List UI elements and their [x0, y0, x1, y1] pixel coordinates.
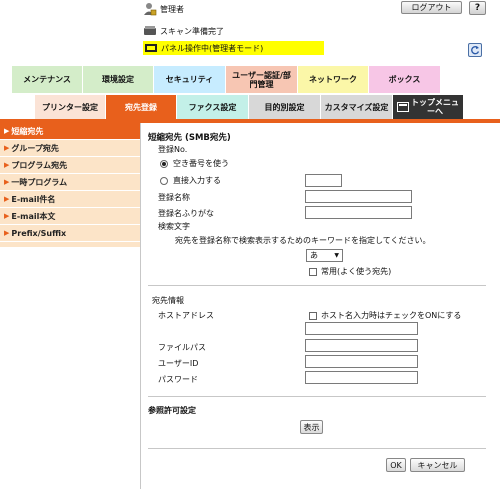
tab-security[interactable]: セキュリティ [154, 66, 226, 93]
reg-no-input[interactable] [305, 174, 342, 187]
arrow-right-icon: ▶ [4, 178, 10, 186]
frequent-label: 常用(よく使う宛先) [321, 267, 392, 276]
furigana-label: 登録名ふりがな [158, 209, 214, 218]
show-button[interactable]: 表示 [300, 420, 323, 434]
section-divider [148, 448, 486, 449]
search-char-select[interactable]: あ ▼ [306, 249, 343, 262]
subtab-customize-settings[interactable]: カスタマイズ設定 [321, 95, 393, 119]
tab-system-settings[interactable]: 環境設定 [83, 66, 154, 93]
path-input[interactable] [305, 339, 418, 352]
tab-network[interactable]: ネットワーク [298, 66, 369, 93]
sidebar-item-label: プログラム宛先 [11, 160, 68, 170]
host-checkbox-row[interactable]: ホスト名入力時はチェックをONにする [309, 310, 461, 321]
user-id-input[interactable] [305, 355, 418, 368]
arrow-right-icon: ▶ [4, 195, 10, 203]
password-label: パスワード [158, 375, 198, 384]
sidebar-item-label: E-mail件名 [11, 194, 56, 204]
admin-user-icon [144, 3, 157, 16]
logout-button[interactable]: ログアウト [401, 1, 462, 14]
subtab-fax-settings[interactable]: ファクス設定 [177, 95, 249, 119]
password-input[interactable] [305, 371, 418, 384]
help-button[interactable]: ? [469, 1, 486, 15]
arrow-right-icon: ▶ [4, 127, 10, 135]
sidebar-item-prefix-suffix[interactable]: ▶ Prefix/Suffix [0, 225, 140, 242]
section-divider [148, 285, 486, 286]
host-name-checkbox[interactable] [309, 311, 317, 320]
dest-info-label: 宛先情報 [152, 296, 184, 305]
arrow-right-icon: ▶ [4, 212, 10, 220]
radio-auto-number[interactable]: 空き番号を使う [160, 158, 229, 169]
sidebar-item-email-subject[interactable]: ▶ E-mail件名 [0, 191, 140, 208]
reg-no-label: 登録No. [158, 145, 188, 154]
perm-label: 参照許可設定 [148, 406, 196, 415]
scanner-icon [144, 26, 156, 35]
sidebar-divider [140, 123, 141, 489]
sidebar-item-label: 短縮宛先 [11, 126, 44, 136]
radio-auto-button[interactable] [160, 159, 168, 168]
subtab-top-menu[interactable]: トップメニュ ーへ [393, 95, 464, 119]
subtab-purpose-settings[interactable]: 目的別設定 [249, 95, 321, 119]
sidebar-item-group[interactable]: ▶ グループ宛先 [0, 140, 140, 157]
frequent-checkbox-row[interactable]: 常用(よく使う宛先) [309, 266, 391, 277]
host-label: ホストアドレス [158, 311, 214, 320]
sidebar-item-speed-dial[interactable]: ▶ 短縮宛先 [0, 123, 140, 140]
tab-user-auth-line1: ユーザー認証/部 [232, 70, 291, 80]
user-id-label: ユーザーID [158, 359, 199, 368]
panel-text: パネル操作中(管理者モード) [161, 43, 264, 53]
search-char-value: あ [310, 251, 318, 260]
subtab-address-registration[interactable]: 宛先登録 [106, 95, 177, 119]
sidebar-item-label: 一時プログラム [11, 177, 68, 187]
radio-auto-label: 空き番号を使う [173, 159, 229, 168]
search-description: 宛先を登録名称で検索表示するためのキーワードを指定してください。 [175, 236, 431, 245]
panel-status: パネル操作中(管理者モード) [143, 41, 324, 55]
admin-indicator: 管理者 [143, 1, 184, 17]
subtab-printer-settings[interactable]: プリンター設定 [35, 95, 106, 119]
name-input[interactable] [305, 190, 412, 203]
radio-direct-label: 直接入力する [173, 176, 221, 185]
name-label: 登録名称 [158, 193, 190, 202]
top-menu-line1: トップメニュ [411, 98, 459, 107]
top-menu-line2: ーへ [427, 107, 443, 116]
dropdown-arrow-icon: ▼ [334, 252, 339, 259]
furigana-input[interactable] [305, 206, 412, 219]
path-label: ファイルパス [158, 343, 206, 352]
machine-status: スキャン準備完了 [143, 24, 224, 38]
cancel-button[interactable]: キャンセル [410, 458, 465, 472]
section-divider [148, 396, 486, 397]
tab-user-auth[interactable]: ユーザー認証/部 門管理 [226, 66, 298, 93]
tab-user-auth-line2: 門管理 [249, 79, 274, 89]
tab-box[interactable]: ボックス [369, 66, 441, 93]
radio-direct-input[interactable]: 直接入力する [160, 175, 221, 186]
sidebar-item-label: Prefix/Suffix [11, 228, 67, 238]
tab-maintenance[interactable]: メンテナンス [12, 66, 83, 93]
refresh-icon [471, 45, 480, 55]
admin-label: 管理者 [160, 4, 184, 14]
status-text: スキャン準備完了 [160, 26, 224, 36]
radio-direct-button[interactable] [160, 176, 168, 185]
sidebar-item-email-body[interactable]: ▶ E-mail本文 [0, 208, 140, 225]
panel-lock-icon [145, 44, 157, 52]
sidebar: ▶ 短縮宛先 ▶ グループ宛先 ▶ プログラム宛先 ▶ 一時プログラム ▶ E-mail件… [0, 123, 140, 247]
frequent-checkbox[interactable] [309, 267, 317, 276]
sidebar-item-label: グループ宛先 [11, 143, 59, 153]
host-check-label: ホスト名入力時はチェックをONにする [321, 311, 462, 320]
host-input[interactable] [305, 322, 418, 335]
ok-button[interactable]: OK [386, 458, 406, 472]
arrow-right-icon: ▶ [4, 144, 10, 152]
refresh-button[interactable] [468, 43, 482, 57]
sidebar-item-temp-program[interactable]: ▶ 一時プログラム [0, 174, 140, 191]
top-menu-label: トップメニュ ーへ [411, 98, 459, 116]
search-label: 検索文字 [158, 222, 190, 231]
sidebar-item-label: E-mail本文 [11, 211, 56, 221]
page-title: 短縮宛先 (SMB宛先) [148, 133, 231, 143]
sidebar-item-program[interactable]: ▶ プログラム宛先 [0, 157, 140, 174]
top-menu-icon [397, 102, 409, 112]
arrow-right-icon: ▶ [4, 229, 10, 237]
arrow-right-icon: ▶ [4, 161, 10, 169]
